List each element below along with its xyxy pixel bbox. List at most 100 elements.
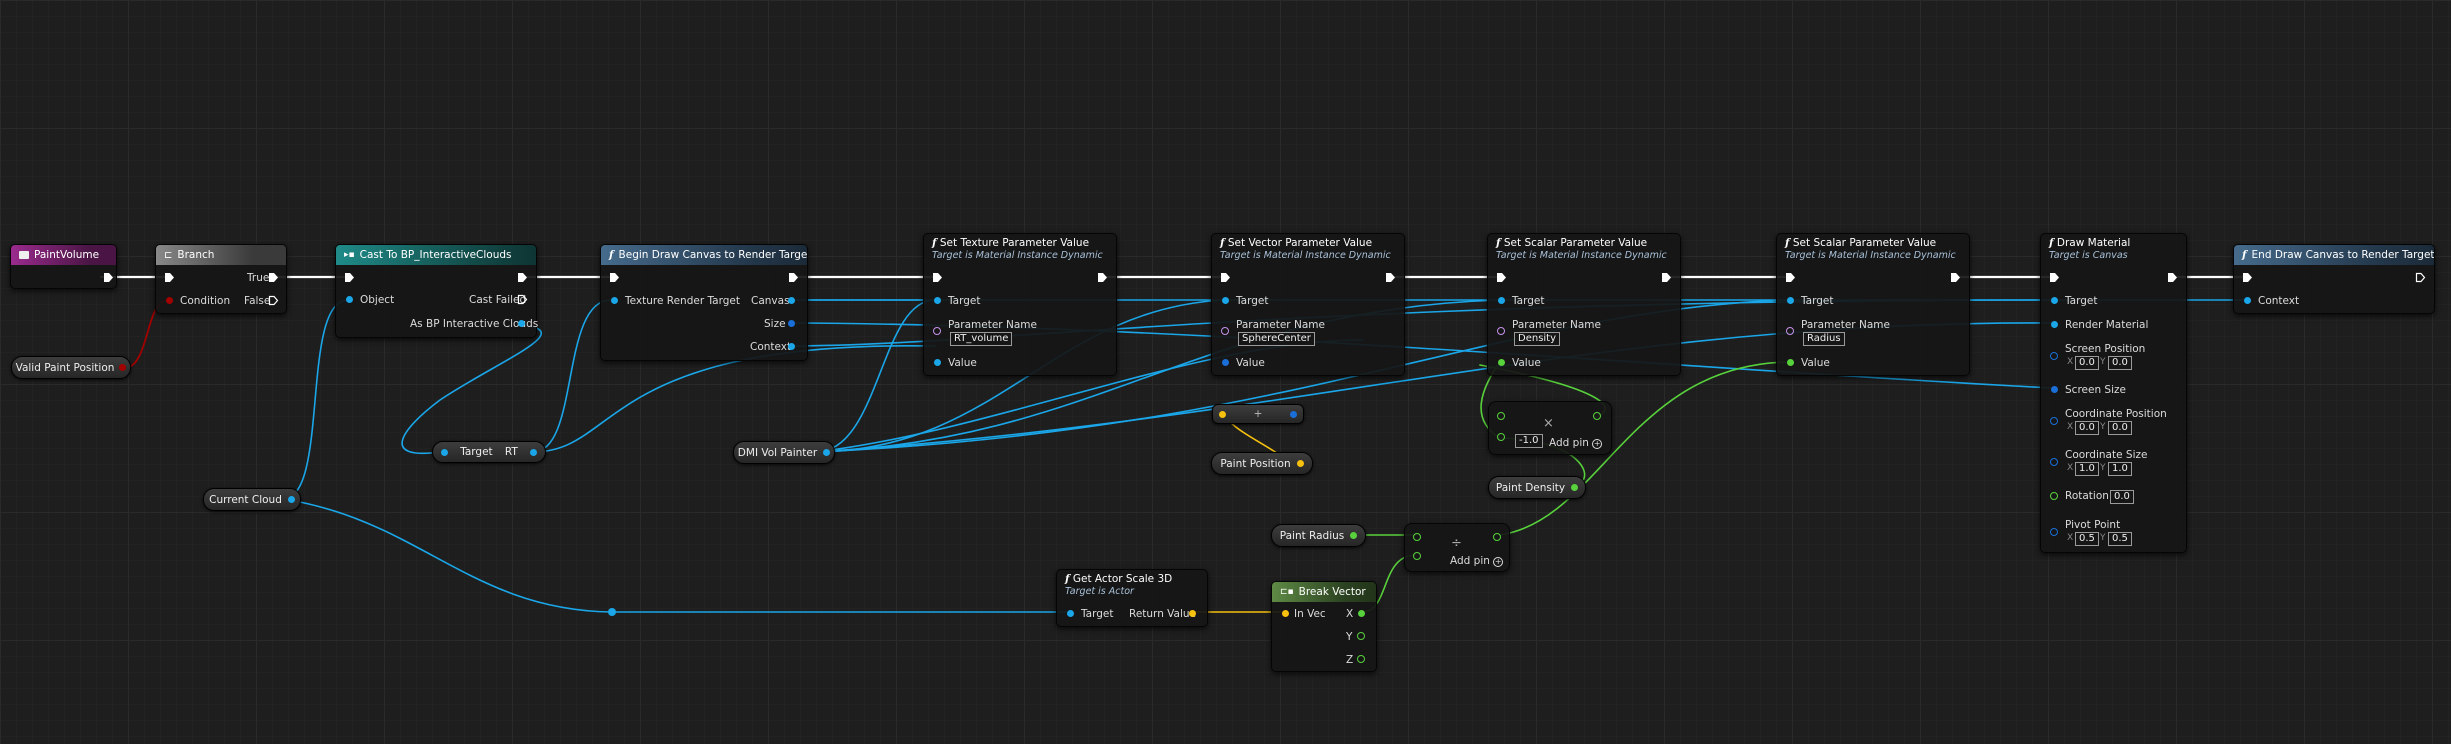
current-cloud-variable[interactable]: Current Cloud bbox=[203, 488, 301, 511]
parameter-name-input[interactable]: Density bbox=[1514, 332, 1561, 346]
exec-in-pin[interactable] bbox=[1785, 272, 1796, 283]
exec-in-pin[interactable] bbox=[2049, 272, 2060, 283]
vector-in-pin[interactable] bbox=[1219, 410, 1226, 418]
parameter-name-input[interactable]: Radius bbox=[1803, 332, 1845, 346]
break-vector-node[interactable]: ⊏▪ Break Vector In Vec X Y Z bbox=[1271, 581, 1377, 672]
float-in-pin[interactable] bbox=[1497, 412, 1505, 420]
exec-in-pin[interactable] bbox=[2242, 272, 2253, 283]
coordinate-position-y-input[interactable]: 0.0 bbox=[2108, 421, 2132, 435]
exec-out-pin[interactable] bbox=[788, 272, 799, 283]
reroute-knot[interactable] bbox=[608, 608, 616, 616]
blueprint-graph-canvas[interactable]: PaintVolume Valid Paint Position ⊏ Branch… bbox=[0, 0, 2451, 744]
exec-in-pin[interactable] bbox=[932, 272, 943, 283]
float-out-pin[interactable] bbox=[1493, 533, 1501, 541]
target-rt-getter-node[interactable]: Target RT bbox=[432, 441, 546, 463]
float-in-pin[interactable] bbox=[1413, 533, 1421, 541]
value-pin[interactable] bbox=[1498, 359, 1505, 366]
exec-in-pin[interactable] bbox=[164, 272, 175, 283]
vector-out-pin[interactable] bbox=[1290, 410, 1297, 418]
cast-failed-pin[interactable] bbox=[517, 294, 528, 305]
exec-out-pin[interactable] bbox=[2167, 272, 2178, 283]
target-pin[interactable] bbox=[1787, 297, 1794, 304]
coordinate-size-y-input[interactable]: 1.0 bbox=[2108, 462, 2132, 476]
canvas-pin[interactable] bbox=[788, 297, 795, 304]
screen-size-pin[interactable] bbox=[2051, 386, 2058, 393]
coordinate-size-x-input[interactable]: 1.0 bbox=[2075, 462, 2099, 476]
add-pin-label[interactable]: Add pin + bbox=[1450, 555, 1504, 567]
value-pin[interactable] bbox=[1787, 359, 1794, 366]
dmi-vol-painter-variable[interactable]: DMI Vol Painter bbox=[733, 441, 835, 464]
exec-in-pin[interactable] bbox=[1220, 272, 1231, 283]
float-pin[interactable] bbox=[1571, 484, 1579, 491]
valid-paint-position-variable[interactable]: Valid Paint Position bbox=[11, 356, 131, 379]
exec-in-pin[interactable] bbox=[344, 272, 355, 283]
exec-true-pin[interactable] bbox=[268, 272, 279, 283]
vector-add-node[interactable]: + bbox=[1212, 404, 1304, 424]
end-draw-canvas-node[interactable]: f End Draw Canvas to Render Target Contex… bbox=[2233, 244, 2435, 314]
multiply-node[interactable]: × -1.0 Add pin + bbox=[1488, 401, 1612, 455]
exec-out-pin[interactable] bbox=[1950, 272, 1961, 283]
exec-out-pin[interactable] bbox=[2415, 272, 2426, 283]
coordinate-position-x-input[interactable]: 0.0 bbox=[2075, 421, 2099, 435]
exec-out-pin[interactable] bbox=[103, 272, 114, 283]
size-pin[interactable] bbox=[788, 320, 795, 327]
parameter-name-pin[interactable] bbox=[933, 327, 941, 335]
parameter-name-input[interactable]: RT_volume bbox=[950, 332, 1013, 346]
screen-position-x-input[interactable]: 0.0 bbox=[2075, 356, 2099, 370]
object-pin[interactable] bbox=[346, 296, 353, 303]
exec-out-pin[interactable] bbox=[517, 272, 528, 283]
set-scalar-density-node[interactable]: f Set Scalar Parameter Value Target is Ma… bbox=[1487, 233, 1681, 376]
set-scalar-radius-node[interactable]: f Set Scalar Parameter Value Target is Ma… bbox=[1776, 233, 1970, 376]
pivot-point-x-input[interactable]: 0.5 bbox=[2075, 532, 2099, 546]
add-pin-icon[interactable]: + bbox=[1592, 439, 1603, 449]
exec-out-pin[interactable] bbox=[1097, 272, 1108, 283]
rotation-pin[interactable] bbox=[2050, 492, 2058, 500]
float-in-pin[interactable] bbox=[1497, 433, 1505, 441]
vector-pin[interactable] bbox=[1296, 460, 1304, 467]
paint-density-variable[interactable]: Paint Density bbox=[1488, 476, 1586, 499]
paint-radius-variable[interactable]: Paint Radius bbox=[1271, 524, 1366, 547]
z-out-pin[interactable] bbox=[1357, 655, 1365, 663]
exec-in-pin[interactable] bbox=[609, 272, 620, 283]
context-pin[interactable] bbox=[788, 343, 795, 350]
exec-in-pin[interactable] bbox=[1496, 272, 1507, 283]
paint-volume-event-node[interactable]: PaintVolume bbox=[10, 244, 117, 289]
paint-position-variable[interactable]: Paint Position bbox=[1211, 452, 1313, 475]
texture-rt-pin[interactable] bbox=[611, 297, 618, 304]
set-texture-parameter-node[interactable]: f Set Texture Parameter Value Target is M… bbox=[923, 233, 1117, 376]
target-pin[interactable] bbox=[1067, 610, 1074, 617]
pivot-point-y-input[interactable]: 0.5 bbox=[2108, 532, 2132, 546]
exec-out-pin[interactable] bbox=[1385, 272, 1396, 283]
add-pin-label[interactable]: Add pin + bbox=[1549, 437, 1603, 449]
get-actor-scale-3d-node[interactable]: f Get Actor Scale 3D Target is Actor Targ… bbox=[1056, 569, 1208, 627]
rotation-input[interactable]: 0.0 bbox=[2110, 490, 2134, 504]
target-pin[interactable] bbox=[2051, 297, 2058, 304]
context-pin[interactable] bbox=[2244, 297, 2251, 304]
object-pin[interactable] bbox=[287, 496, 295, 503]
bool-pin[interactable] bbox=[119, 364, 127, 371]
return-value-pin[interactable] bbox=[1189, 610, 1196, 617]
target-pin[interactable] bbox=[1498, 297, 1505, 304]
exec-out-pin[interactable] bbox=[1661, 272, 1672, 283]
parameter-name-pin[interactable] bbox=[1786, 327, 1794, 335]
multiply-constant-input[interactable]: -1.0 bbox=[1515, 434, 1543, 448]
draw-material-node[interactable]: f Draw Material Target is Canvas Target R… bbox=[2040, 233, 2187, 553]
coordinate-size-pin[interactable] bbox=[2050, 458, 2058, 466]
object-pin[interactable] bbox=[530, 448, 537, 456]
condition-pin[interactable] bbox=[166, 297, 173, 304]
parameter-name-pin[interactable] bbox=[1221, 327, 1229, 335]
add-pin-icon[interactable]: + bbox=[1493, 557, 1504, 567]
in-vec-pin[interactable] bbox=[1282, 610, 1289, 617]
as-bp-pin[interactable] bbox=[518, 320, 525, 327]
coordinate-position-pin[interactable] bbox=[2050, 417, 2058, 425]
parameter-name-input[interactable]: SphereCenter bbox=[1238, 332, 1315, 346]
begin-draw-canvas-node[interactable]: f Begin Draw Canvas to Render Target Text… bbox=[600, 244, 808, 361]
float-in-pin[interactable] bbox=[1413, 552, 1421, 560]
set-vector-parameter-node[interactable]: f Set Vector Parameter Value Target is Ma… bbox=[1211, 233, 1405, 376]
divide-node[interactable]: ÷ Add pin + bbox=[1404, 523, 1510, 572]
object-pin[interactable] bbox=[823, 449, 831, 456]
value-pin[interactable] bbox=[1222, 359, 1229, 366]
parameter-name-pin[interactable] bbox=[1497, 327, 1505, 335]
y-out-pin[interactable] bbox=[1357, 632, 1365, 640]
branch-node[interactable]: ⊏ Branch True Condition False bbox=[155, 244, 287, 314]
